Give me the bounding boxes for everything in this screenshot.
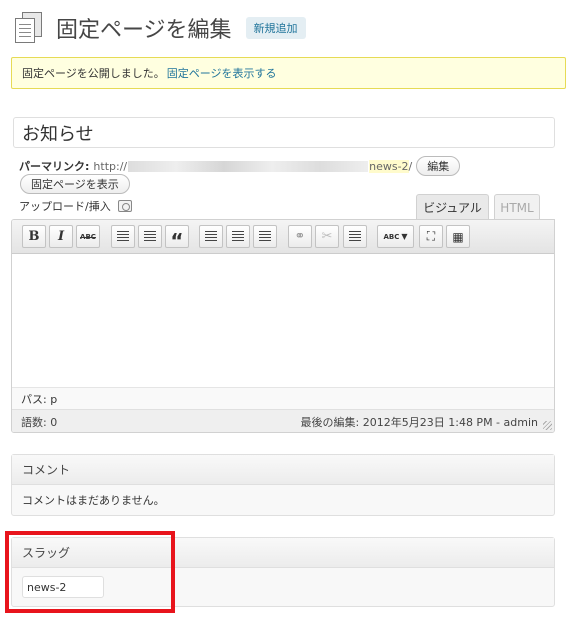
- kitchen-sink-button[interactable]: ▦: [446, 225, 470, 248]
- highlight-frame: [5, 531, 175, 613]
- unlink-button[interactable]: ✂: [315, 225, 339, 248]
- spellcheck-button[interactable]: ABC ▼: [377, 225, 414, 248]
- page-header: 固定ページを編集 新規追加: [14, 10, 306, 46]
- permalink-slug[interactable]: news-2: [369, 159, 409, 173]
- align-left-button[interactable]: [199, 225, 223, 248]
- add-new-button[interactable]: 新規追加: [245, 17, 306, 39]
- permalink-row: パーマリンク: http:// news-2 / 編集: [19, 156, 461, 176]
- tab-visual[interactable]: ビジュアル: [416, 194, 489, 220]
- unlink-icon: ✂: [321, 229, 333, 244]
- numbered-list-button[interactable]: [138, 225, 162, 248]
- permalink-trailing: /: [408, 159, 413, 173]
- content-editor: B I ABC “ ⚭ ✂ ABC ▼ ⛶ ▦ パス: p 語数: 0 最後の編集…: [11, 219, 555, 433]
- permalink-label: パーマリンク:: [19, 160, 90, 173]
- align-center-button[interactable]: [226, 225, 250, 248]
- permalink-prefix: http://: [93, 159, 128, 173]
- bold-button[interactable]: B: [22, 225, 46, 248]
- editor-content-area[interactable]: [12, 254, 554, 387]
- view-page-link[interactable]: 固定ページを表示する: [167, 65, 277, 81]
- align-center-icon: [232, 231, 244, 242]
- comments-empty-message: コメントはまだありません。: [22, 494, 165, 507]
- link-icon: ⚭: [294, 229, 306, 244]
- add-media-icon[interactable]: [117, 200, 132, 212]
- tab-html[interactable]: HTML: [494, 194, 540, 220]
- update-notice: 固定ページを公開しました。 固定ページを表示する: [11, 57, 566, 89]
- editor-path: パス: p: [12, 387, 554, 409]
- more-tag-icon: [349, 231, 361, 242]
- fullscreen-button[interactable]: ⛶: [419, 225, 443, 248]
- bullet-list-icon: [117, 231, 129, 242]
- insert-more-button[interactable]: [343, 225, 367, 248]
- align-right-icon: [259, 231, 271, 242]
- align-right-button[interactable]: [253, 225, 277, 248]
- chevron-down-icon: ▼: [401, 232, 408, 241]
- pages-icon: [14, 12, 42, 44]
- post-title-input[interactable]: お知らせ: [13, 117, 555, 148]
- edit-permalink-button[interactable]: 編集: [416, 156, 461, 176]
- comments-box: コメント コメントはまだありません。: [11, 454, 555, 516]
- resize-handle[interactable]: [543, 421, 552, 430]
- fullscreen-icon: ⛶: [426, 229, 436, 243]
- blockquote-button[interactable]: “: [165, 225, 189, 253]
- permalink-blurred-url: [128, 160, 369, 172]
- editor-toolbar: B I ABC “ ⚭ ✂ ABC ▼ ⛶ ▦: [12, 220, 554, 254]
- view-page-button[interactable]: 固定ページを表示: [20, 174, 130, 194]
- strikethrough-button[interactable]: ABC: [76, 225, 100, 248]
- insert-link-button[interactable]: ⚭: [288, 225, 312, 248]
- editor-status-bar: 語数: 0 最後の編集: 2012年5月23日 1:48 PM - admin: [12, 409, 554, 432]
- word-count: 語数: 0: [21, 415, 58, 429]
- last-edited: 最後の編集: 2012年5月23日 1:48 PM - admin: [300, 415, 538, 429]
- notice-message: 固定ページを公開しました。: [22, 67, 165, 80]
- comments-heading[interactable]: コメント: [12, 455, 554, 485]
- strikethrough-label: ABC: [80, 232, 96, 241]
- bullet-list-button[interactable]: [111, 225, 135, 248]
- align-left-icon: [205, 231, 217, 242]
- numbered-list-icon: [144, 231, 156, 242]
- italic-button[interactable]: I: [49, 225, 73, 248]
- upload-insert: アップロード/挿入: [19, 198, 132, 214]
- page-title: 固定ページを編集: [56, 18, 232, 43]
- spellcheck-label: ABC: [383, 232, 400, 241]
- upload-label: アップロード/挿入: [19, 200, 111, 213]
- kitchen-sink-icon: ▦: [452, 229, 464, 244]
